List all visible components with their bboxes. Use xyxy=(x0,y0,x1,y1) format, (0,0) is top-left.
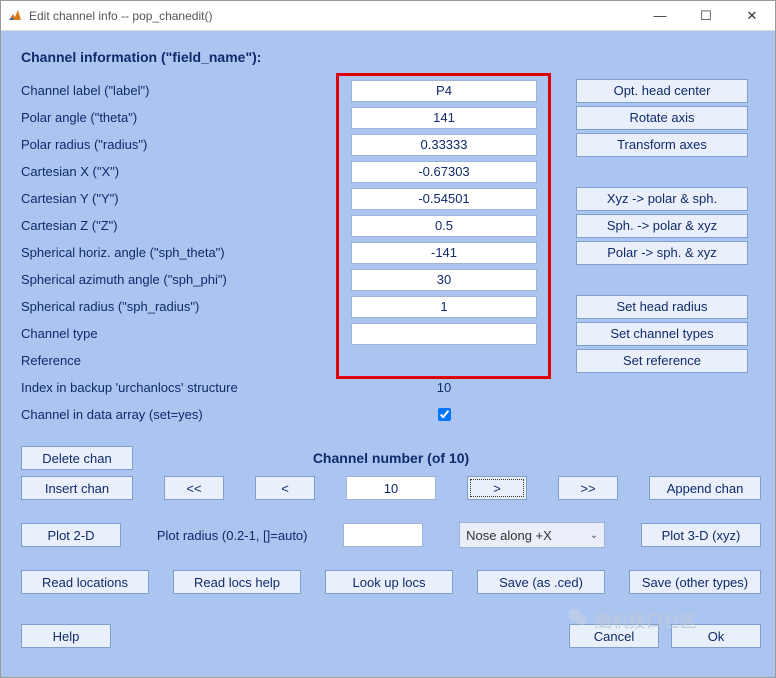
input-x[interactable] xyxy=(351,161,537,183)
polar-sph-xyz-button[interactable]: Polar -> sph. & xyz xyxy=(576,241,748,265)
titlebar: Edit channel info -- pop_chanedit() — ☐ … xyxy=(1,1,775,31)
append-chan-button[interactable]: Append chan xyxy=(649,476,761,500)
sph-polar-xyz-button[interactable]: Sph. -> polar & xyz xyxy=(576,214,748,238)
minimize-button[interactable]: — xyxy=(637,1,683,31)
label-x: Cartesian X ("X") xyxy=(21,164,341,179)
xyz-polar-sph-button[interactable]: Xyz -> polar & sph. xyxy=(576,187,748,211)
save-ced-button[interactable]: Save (as .ced) xyxy=(477,570,605,594)
window: Edit channel info -- pop_chanedit() — ☐ … xyxy=(0,0,776,678)
set-reference-button[interactable]: Set reference xyxy=(576,349,748,373)
label-z: Cartesian Z ("Z") xyxy=(21,218,341,233)
delete-chan-button[interactable]: Delete chan xyxy=(21,446,133,470)
channel-number-heading: Channel number (of 10) xyxy=(133,450,649,466)
label-channel-label: Channel label ("label") xyxy=(21,83,341,98)
first-channel-button[interactable]: << xyxy=(164,476,224,500)
label-in-array: Channel in data array (set=yes) xyxy=(21,407,341,422)
input-theta[interactable] xyxy=(351,107,537,129)
input-radius[interactable] xyxy=(351,134,537,156)
label-sph-theta: Spherical horiz. angle ("sph_theta") xyxy=(21,245,341,260)
plot-radius-label: Plot radius (0.2-1, []=auto) xyxy=(157,528,308,543)
chevron-down-icon: ⌄ xyxy=(590,530,598,541)
read-locations-button[interactable]: Read locations xyxy=(21,570,149,594)
label-channel-type: Channel type xyxy=(21,326,341,341)
help-button[interactable]: Help xyxy=(21,624,111,648)
channel-number-input[interactable] xyxy=(346,476,436,500)
plot-radius-input[interactable] xyxy=(343,523,423,547)
label-theta: Polar angle ("theta") xyxy=(21,110,341,125)
maximize-button[interactable]: ☐ xyxy=(683,1,729,31)
label-backup-index: Index in backup 'urchanlocs' structure xyxy=(21,380,341,395)
body: Channel information ("field_name"): Chan… xyxy=(1,31,775,677)
label-reference: Reference xyxy=(21,353,341,368)
nose-direction-value: Nose along +X xyxy=(466,528,552,543)
insert-chan-button[interactable]: Insert chan xyxy=(21,476,133,500)
next-channel-button[interactable]: > xyxy=(467,476,527,500)
close-button[interactable]: ✕ xyxy=(729,1,775,31)
input-sph-radius[interactable] xyxy=(351,296,537,318)
input-y[interactable] xyxy=(351,188,537,210)
label-sph-radius: Spherical radius ("sph_radius") xyxy=(21,299,341,314)
input-sph-theta[interactable] xyxy=(351,242,537,264)
plot-2d-button[interactable]: Plot 2-D xyxy=(21,523,121,547)
nose-direction-dropdown[interactable]: Nose along +X ⌄ xyxy=(459,522,605,548)
look-up-locs-button[interactable]: Look up locs xyxy=(325,570,453,594)
save-other-button[interactable]: Save (other types) xyxy=(629,570,761,594)
input-channel-label[interactable] xyxy=(351,80,537,102)
transform-axes-button[interactable]: Transform axes xyxy=(576,133,748,157)
plot-3d-button[interactable]: Plot 3-D (xyz) xyxy=(641,523,761,547)
fields-heading: Channel information ("field_name"): xyxy=(21,49,761,65)
backup-index-value: 10 xyxy=(349,380,539,395)
set-channel-types-button[interactable]: Set channel types xyxy=(576,322,748,346)
label-sph-phi: Spherical azimuth angle ("sph_phi") xyxy=(21,272,341,287)
label-radius: Polar radius ("radius") xyxy=(21,137,341,152)
prev-channel-button[interactable]: < xyxy=(255,476,315,500)
input-sph-phi[interactable] xyxy=(351,269,537,291)
set-head-radius-button[interactable]: Set head radius xyxy=(576,295,748,319)
matlab-icon xyxy=(7,8,23,24)
last-channel-button[interactable]: >> xyxy=(558,476,618,500)
input-z[interactable] xyxy=(351,215,537,237)
cancel-button[interactable]: Cancel xyxy=(569,624,659,648)
ok-button[interactable]: Ok xyxy=(671,624,761,648)
opt-head-center-button[interactable]: Opt. head center xyxy=(576,79,748,103)
read-locs-help-button[interactable]: Read locs help xyxy=(173,570,301,594)
in-array-checkbox[interactable] xyxy=(438,408,451,421)
input-channel-type[interactable] xyxy=(351,323,537,345)
window-title: Edit channel info -- pop_chanedit() xyxy=(29,9,637,23)
label-y: Cartesian Y ("Y") xyxy=(21,191,341,206)
rotate-axis-button[interactable]: Rotate axis xyxy=(576,106,748,130)
